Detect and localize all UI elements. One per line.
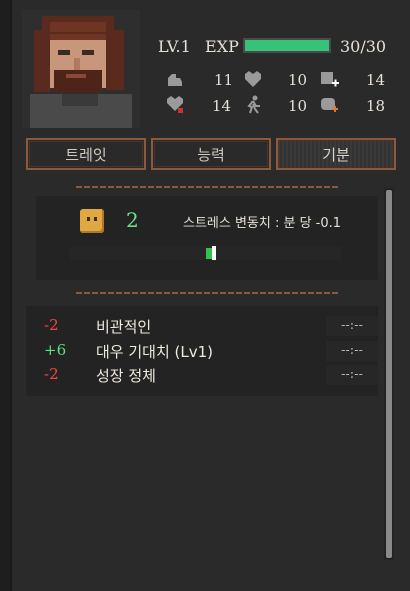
exp-bar-fill	[245, 40, 329, 51]
modifier-duration: --:--	[326, 341, 378, 361]
modifier-duration: --:--	[326, 316, 378, 336]
stat-value: 14	[212, 97, 232, 115]
list-item: -2 비관적인 --:--	[26, 314, 378, 338]
heart-icon	[245, 71, 261, 87]
stat-value: 10	[288, 71, 308, 89]
level-text: LV.1	[158, 37, 191, 56]
stat-value: 11	[214, 71, 234, 89]
section-divider	[76, 186, 338, 188]
modifier-value: -2	[44, 365, 59, 383]
modifier-name: 대우 기대치 (Lv1)	[96, 343, 214, 361]
stress-gauge-marker	[212, 246, 216, 260]
stat-value: 18	[366, 97, 386, 115]
exp-label: EXP	[205, 37, 239, 56]
exp-value: 30/30	[340, 37, 387, 56]
tab-mood[interactable]: 기분	[276, 138, 396, 170]
stat-value: 10	[288, 97, 308, 115]
brain-plus-icon	[321, 98, 338, 112]
section-divider	[76, 292, 338, 294]
stress-rate-text: 스트레스 변동치 : 분 당 -0.1	[183, 216, 342, 231]
strength-arm-icon	[168, 74, 182, 86]
background-edge	[0, 0, 10, 591]
stat-value: 14	[366, 71, 386, 89]
fist-plus-icon	[321, 72, 339, 87]
scrollbar-thumb[interactable]	[386, 190, 392, 558]
modifier-name: 성장 정체	[96, 367, 156, 385]
exp-bar	[243, 38, 331, 53]
tab-abilities[interactable]: 능력	[151, 138, 271, 170]
modifier-value: -2	[44, 316, 59, 334]
modifier-duration: --:--	[326, 365, 378, 385]
tab-traits[interactable]: 트레잇	[26, 138, 146, 170]
stress-value: 2	[126, 208, 139, 232]
modifier-name: 비관적인	[96, 318, 152, 336]
running-person-icon	[247, 95, 260, 114]
modifier-value: +6	[44, 341, 67, 359]
list-item: +6 대우 기대치 (Lv1) --:--	[26, 339, 378, 363]
broken-heart-icon	[167, 96, 183, 113]
list-item: -2 성장 정체 --:--	[26, 363, 378, 387]
neutral-face-icon	[80, 209, 104, 233]
character-portrait	[22, 10, 140, 128]
